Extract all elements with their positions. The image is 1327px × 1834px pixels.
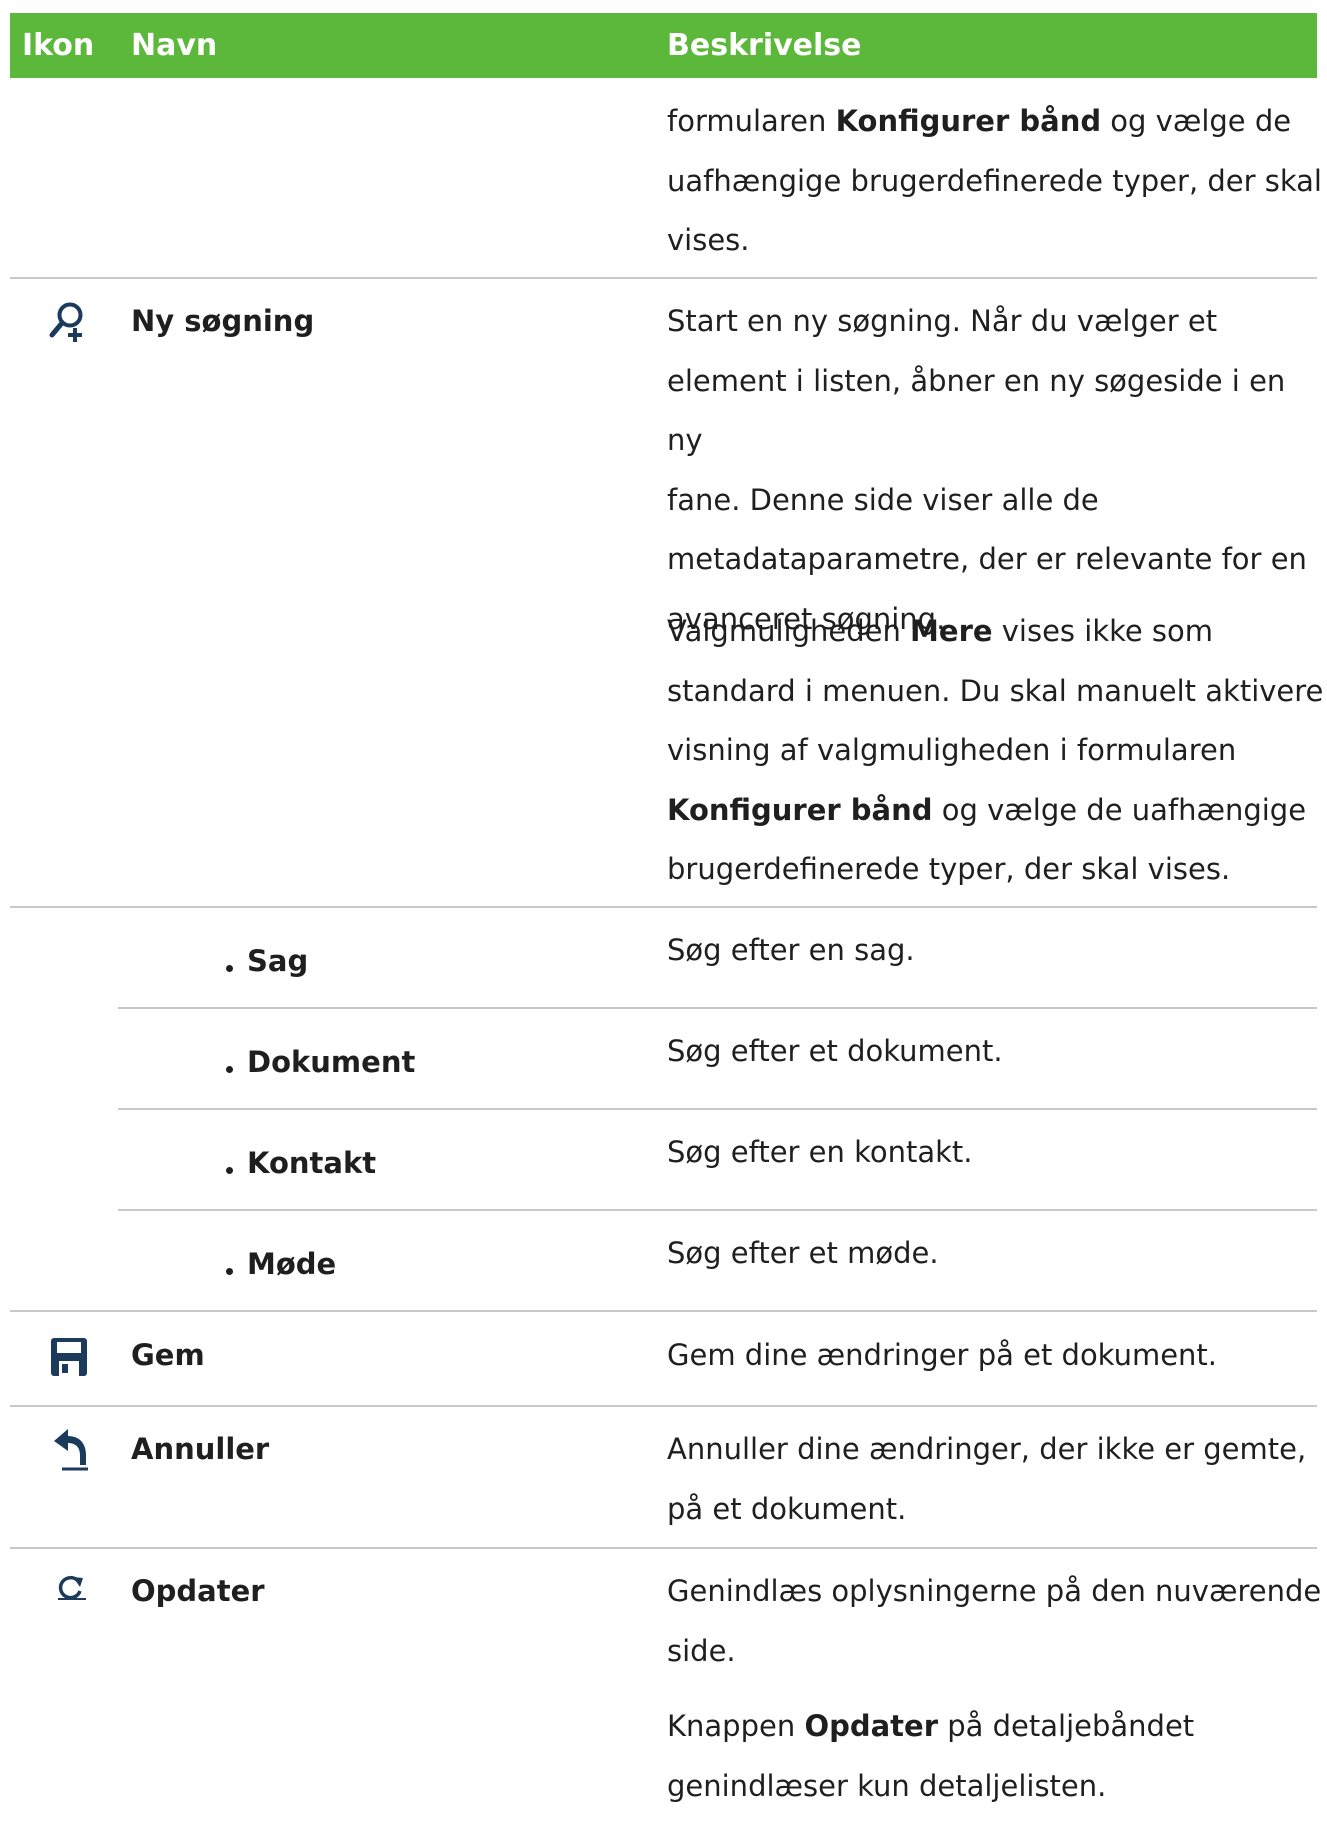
desc-line: metadataparametre, der er relevante for … [667,542,1307,576]
desc-line: visning af valgmuligheden i formularen [667,733,1237,767]
item-description-note: Valgmuligheden Mere vises ikke som stand… [667,602,1327,900]
desc-line: element i listen, åbner en ny søgeside i… [667,363,1286,458]
item-description: Annuller dine ændringer, der ikke er gem… [667,1420,1327,1539]
desc-line: Start en ny søgning. Når du vælger et [667,304,1218,338]
table-header: Ikon Navn Beskrivelse [10,13,1317,78]
subitem-name-dokument: Dokument [247,1045,416,1079]
subitem-name-mode: Møde [247,1247,337,1281]
desc-line: fane. Denne side viser alle de [667,482,1099,517]
desc-line: Knappen Opdater på detaljebåndet [667,1709,1195,1743]
subitem-description: Søg efter et møde. [667,1236,939,1270]
row-divider [10,1547,1317,1549]
subitem-description: Søg efter en kontakt. [667,1135,973,1169]
subitem-name-sag: Sag [247,944,309,978]
bullet [226,1268,233,1275]
desc-line: brugerdefinerede typer, der skal vises. [667,852,1231,886]
header-description-column: Beskrivelse [667,28,862,63]
refresh-icon [58,1575,86,1600]
item-name: Gem [131,1338,205,1372]
desc-line: Konfigurer bånd og vælge de uafhængige [667,792,1307,827]
subrow-divider [118,1108,1317,1110]
desc-line: på et dokument. [667,1491,907,1526]
desc-line: side. [667,1633,736,1668]
bullet [226,1167,233,1174]
row-divider [10,1405,1317,1407]
desc-line: genindlæser kun detaljelisten. [667,1768,1107,1803]
desc-line: formularen Konfigurer bånd og vælge de [667,104,1292,138]
save-icon [51,1338,87,1376]
row-divider [10,906,1317,908]
row-divider [10,277,1317,279]
desc-line: vises. [667,223,750,257]
desc-line: standard i menuen. Du skal manuelt aktiv… [667,673,1324,708]
desc-line: uafhængige brugerdefinerede typer, der s… [667,163,1322,198]
subrow-divider [118,1209,1317,1211]
item-name: Ny søgning [131,304,315,338]
subitem-description: Søg efter et dokument. [667,1034,1003,1068]
item-name: Annuller [131,1432,270,1466]
item-name: Opdater [131,1574,265,1608]
row-divider [10,1310,1317,1312]
item-description: Gem dine ændringer på et dokument. [667,1338,1218,1372]
subrow-divider [118,1007,1317,1009]
undo-icon [54,1429,88,1471]
desc-line: Genindlæs oplysningerne på den nuværende [667,1574,1322,1608]
subitem-description: Søg efter en sag. [667,933,915,967]
item-description: Genindlæs oplysningerne på den nuværende… [667,1562,1327,1681]
item-description-note: Knappen Opdater på detaljebåndet genindl… [667,1697,1327,1816]
new-search-icon [49,302,83,342]
desc-line: Annuller dine ændringer, der ikke er gem… [667,1432,1307,1466]
desc-line: Valgmuligheden Mere vises ikke som [667,614,1214,648]
subitem-name-kontakt: Kontakt [247,1146,377,1180]
header-name-column: Navn [131,28,218,63]
ribbon-command-table: Ikon Navn Beskrivelse formularen Konfigu… [0,0,1327,1834]
bullet [226,1066,233,1073]
row-continuation-description: formularen Konfigurer bånd og vælge de u… [667,92,1327,271]
bullet [226,965,233,972]
item-description: Start en ny søgning. Når du vælger et el… [667,292,1327,649]
header-icon-column: Ikon [22,28,95,63]
